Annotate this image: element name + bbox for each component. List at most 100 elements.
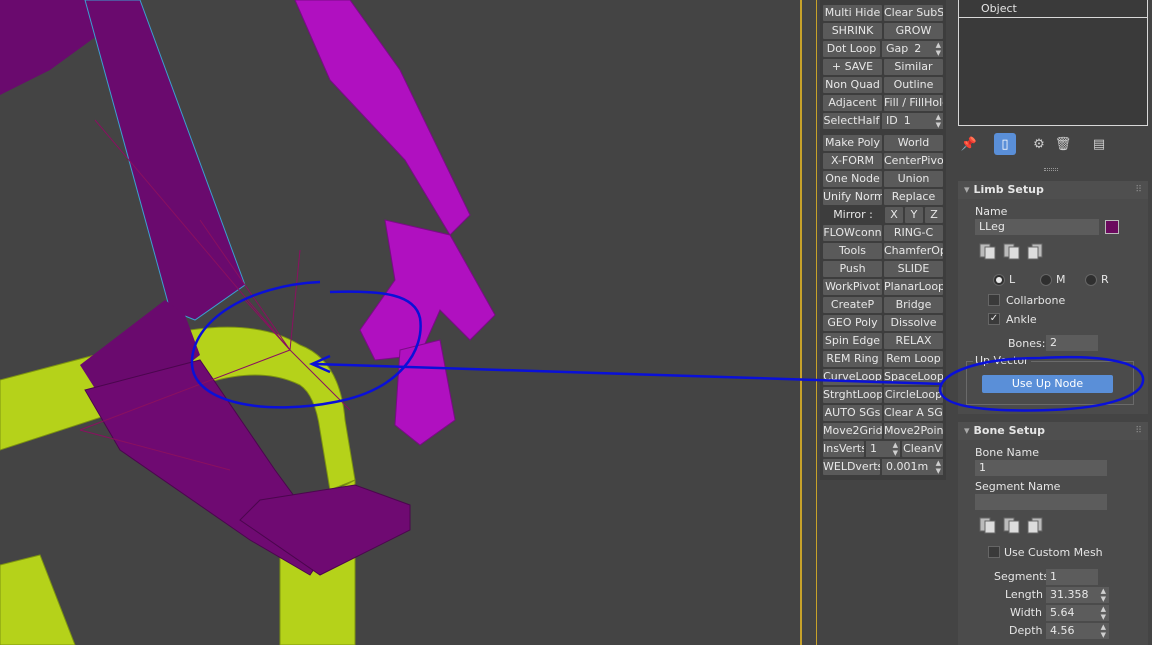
- 3d-viewport[interactable]: [0, 0, 800, 645]
- collarbone-checkbox[interactable]: [988, 294, 1000, 306]
- toolbox-row: WorkPivot PlanarLoop: [823, 279, 943, 295]
- toolbox-row: Make Poly World: [823, 135, 943, 151]
- toolbox-row: Unify Norm Replace: [823, 189, 943, 205]
- toolbox-button-flowconn[interactable]: FLOWconn: [823, 225, 882, 241]
- toolbox-button-rem-ring[interactable]: REM Ring: [823, 351, 882, 367]
- toolbox-button-world[interactable]: World: [884, 135, 943, 151]
- toolbox-button-strghtloop[interactable]: StrghtLoop: [823, 387, 882, 403]
- limb-setup-header[interactable]: ▾ Limb Setup ⠿: [958, 181, 1148, 199]
- toolbox-button-clear-a-sgs[interactable]: Clear A SGs: [884, 405, 943, 421]
- toolbox-button-bridge[interactable]: Bridge: [884, 297, 943, 313]
- modifier-stack-icon[interactable]: ▯: [994, 133, 1016, 155]
- mirror-z-button[interactable]: Z: [925, 207, 943, 223]
- toolbox-button-auto-sgs[interactable]: AUTO SGs: [823, 405, 882, 421]
- toolbox-button-push[interactable]: Push: [823, 261, 882, 277]
- side-m-radio[interactable]: [1040, 274, 1052, 286]
- id-spinner[interactable]: ID 1 ▲ ▼: [882, 113, 943, 129]
- insverts-spinner[interactable]: 1 ▲ ▼: [866, 441, 900, 457]
- toolbox-button-tools[interactable]: Tools: [823, 243, 882, 259]
- toolbox-button-relax[interactable]: RELAX: [884, 333, 943, 349]
- bones-field[interactable]: 2: [1046, 335, 1098, 351]
- bone-setup-header[interactable]: ▾ Bone Setup ⠿: [958, 422, 1148, 440]
- width-spinner[interactable]: 5.64 ▲ ▼: [1046, 605, 1109, 621]
- toolbox-row: InsVerts 1 ▲ ▼ CleanV: [823, 441, 943, 457]
- use-custom-mesh-checkbox[interactable]: [988, 546, 1000, 558]
- use-up-node-button[interactable]: Use Up Node: [982, 375, 1113, 393]
- configure-icon[interactable]: ▤: [1088, 133, 1110, 155]
- bone-paste-icon[interactable]: [1002, 515, 1022, 535]
- make-unique-icon[interactable]: ⚙: [1028, 133, 1050, 155]
- pin-icon[interactable]: 📌: [958, 133, 980, 155]
- mirror-paste-icon[interactable]: [1026, 241, 1046, 261]
- toolbox-button-grow[interactable]: GROW: [884, 23, 943, 39]
- segment-name-field[interactable]: [975, 494, 1107, 510]
- mirror-label: Mirror :: [833, 208, 873, 221]
- toolbox-button-spin-edge[interactable]: Spin Edge: [823, 333, 882, 349]
- toolbox-button-adjacent[interactable]: Adjacent: [823, 95, 882, 111]
- toolbox-button-clear-subs[interactable]: Clear SubS: [884, 5, 943, 21]
- toolbox-row: Tools ChamferOp: [823, 243, 943, 259]
- weld-threshold-spinner[interactable]: 0.001m ▲ ▼: [882, 459, 943, 475]
- depth-value: 4.56: [1050, 624, 1075, 637]
- color-swatch[interactable]: [1105, 220, 1119, 234]
- toolbox-button-shrink[interactable]: SHRINK: [823, 23, 882, 39]
- toolbox-button-spaceloop[interactable]: SpaceLoop: [884, 369, 943, 385]
- toolbox-button-slide[interactable]: SLIDE: [884, 261, 943, 277]
- gap-spinner[interactable]: Gap 2 ▲ ▼: [882, 41, 943, 57]
- toolbox-button-unify-norm[interactable]: Unify Norm: [823, 189, 882, 205]
- toolbox-button-make-poly[interactable]: Make Poly: [823, 135, 882, 151]
- toolbox-row: + SAVE Similar: [823, 59, 943, 75]
- side-l-radio[interactable]: [993, 274, 1005, 286]
- toolbox-button-cleanv[interactable]: CleanV: [902, 441, 943, 457]
- toolbox-button-x-form[interactable]: X-FORM: [823, 153, 882, 169]
- copy-icon[interactable]: [978, 241, 998, 261]
- toolbox-button-union[interactable]: Union: [884, 171, 943, 187]
- toolbox-button-geo-poly[interactable]: GEO Poly: [823, 315, 882, 331]
- toolbox-button-selecthalf[interactable]: SelectHalf: [823, 113, 880, 129]
- toolbox-button-similar[interactable]: Similar: [884, 59, 943, 75]
- toolbox-button-createp[interactable]: CreateP: [823, 297, 882, 313]
- bone-name-field[interactable]: 1: [975, 460, 1107, 476]
- mirror-x-button[interactable]: X: [885, 207, 903, 223]
- toolbox-row: CurveLoop SpaceLoop: [823, 369, 943, 385]
- segments-field[interactable]: 1: [1046, 569, 1098, 585]
- magenta-forearm: [359, 219, 496, 361]
- toolbox-button-move2grid[interactable]: Move2Grid: [823, 423, 882, 439]
- toolbox-button-outline[interactable]: Outline: [884, 77, 943, 93]
- bone-copy-icon[interactable]: [978, 515, 998, 535]
- limb-setup-rollout: ▾ Limb Setup ⠿ Name LLeg L M R Collarbone …: [958, 181, 1148, 414]
- delete-icon[interactable]: 🗑: [1052, 133, 1074, 155]
- toolbox-button-dot-loop[interactable]: Dot Loop: [823, 41, 880, 57]
- toolbox-button-workpivot[interactable]: WorkPivot: [823, 279, 882, 295]
- toolbox-row: Push SLIDE: [823, 261, 943, 277]
- depth-spinner[interactable]: 4.56 ▲ ▼: [1046, 623, 1109, 639]
- toolbox-button-non-quad[interactable]: Non Quad: [823, 77, 882, 93]
- name-field[interactable]: LLeg: [975, 219, 1099, 235]
- toolbox-button-chamferop[interactable]: ChamferOp: [884, 243, 943, 259]
- resize-handle[interactable]: [1044, 168, 1058, 171]
- bone-mirror-paste-icon[interactable]: [1026, 515, 1046, 535]
- toolbox-button-centerpivot[interactable]: CenterPivot: [884, 153, 943, 169]
- toolbox-button-dissolve[interactable]: Dissolve: [884, 315, 943, 331]
- toolbox-button-save[interactable]: + SAVE: [823, 59, 882, 75]
- side-r-radio[interactable]: [1085, 274, 1097, 286]
- object-list[interactable]: Object: [958, 0, 1148, 126]
- toolbox-button-circleloop[interactable]: CircleLoop: [884, 387, 943, 403]
- length-spinner[interactable]: 31.358 ▲ ▼: [1046, 587, 1109, 603]
- toolbox-button-one-node[interactable]: One Node: [823, 171, 882, 187]
- toolbox-button-ring-c[interactable]: RING-C: [884, 225, 943, 241]
- toolbox-button-insverts[interactable]: InsVerts: [823, 441, 864, 457]
- viewport-divider: [800, 0, 802, 645]
- toolbox-button-weldverts[interactable]: WELDverts: [823, 459, 880, 475]
- toolbox-button-multi-hide[interactable]: Multi Hide: [823, 5, 882, 21]
- toolbox-button-planarloop[interactable]: PlanarLoop: [884, 279, 943, 295]
- toolbox-button-fill-fillhole[interactable]: Fill / FillHole: [884, 95, 943, 111]
- collarbone-label: Collarbone: [1006, 294, 1066, 307]
- paste-icon[interactable]: [1002, 241, 1022, 261]
- toolbox-button-move2point[interactable]: Move2Point: [884, 423, 943, 439]
- ankle-checkbox[interactable]: ✓: [988, 313, 1000, 325]
- toolbox-button-rem-loop[interactable]: Rem Loop: [884, 351, 943, 367]
- toolbox-button-replace[interactable]: Replace: [884, 189, 943, 205]
- toolbox-button-curveloop[interactable]: CurveLoop: [823, 369, 882, 385]
- mirror-y-button[interactable]: Y: [905, 207, 923, 223]
